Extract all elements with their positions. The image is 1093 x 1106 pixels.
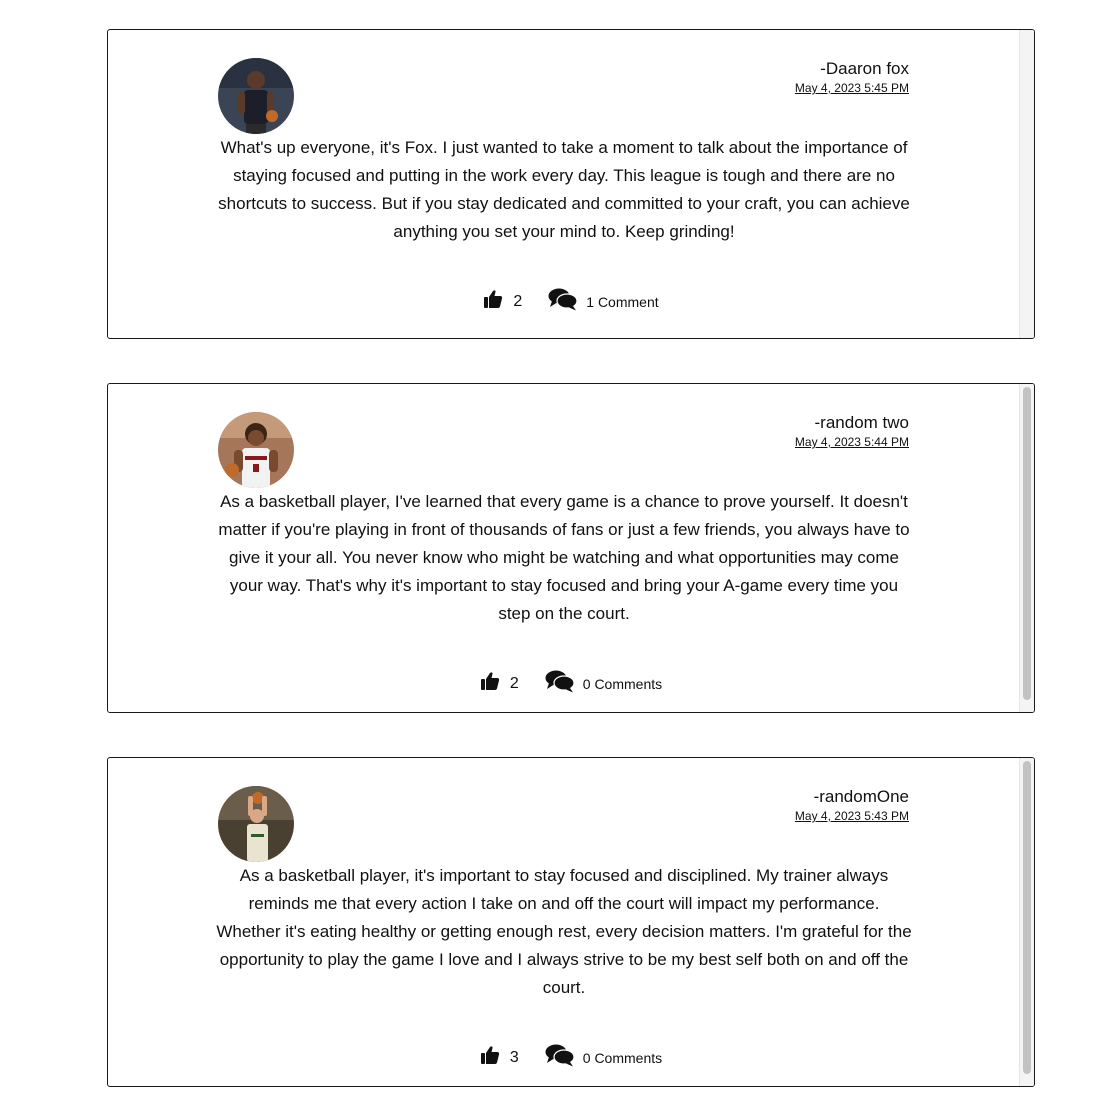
post-date-link[interactable]: May 4, 2023 5:44 PM (795, 434, 909, 450)
post-scrollbar[interactable] (1019, 758, 1034, 1086)
comments-button[interactable]: 1 Comment (548, 287, 659, 316)
post-scrollbar[interactable] (1019, 384, 1034, 712)
post-body: What's up everyone, it's Fox. I just wan… (218, 138, 910, 241)
thumbs-up-icon[interactable] (480, 671, 500, 696)
post-body: As a basketball player, it's important t… (216, 866, 912, 997)
author-name: -random two (814, 413, 909, 432)
author-name: -randomOne (813, 787, 909, 806)
like-button[interactable]: 2 (480, 671, 519, 696)
post-body: As a basketball player, I've learned tha… (218, 492, 910, 623)
author-name: -Daaron fox (820, 59, 909, 78)
author-avatar[interactable] (218, 58, 294, 134)
scrollbar-thumb[interactable] (1023, 387, 1031, 700)
author-avatar[interactable] (218, 412, 294, 488)
comments-button[interactable]: 0 Comments (545, 669, 662, 698)
comments-icon[interactable] (548, 287, 578, 316)
post-card: -random two May 4, 2023 5:44 PM As a bas… (107, 383, 1035, 713)
comment-count: 0 Comments (582, 675, 663, 692)
post-feed: -Daaron fox May 4, 2023 5:45 PM What's u… (0, 0, 1093, 1106)
post-card: -Daaron fox May 4, 2023 5:45 PM What's u… (107, 29, 1035, 339)
thumbs-up-icon[interactable] (483, 289, 503, 314)
like-count: 2 (513, 292, 523, 310)
post-date-link[interactable]: May 4, 2023 5:45 PM (795, 80, 909, 96)
like-button[interactable]: 3 (480, 1045, 519, 1070)
comments-button[interactable]: 0 Comments (545, 1043, 662, 1072)
like-count: 3 (509, 1048, 519, 1066)
post-card: -randomOne May 4, 2023 5:43 PM As a bask… (107, 757, 1035, 1087)
comment-count: 0 Comments (582, 1049, 663, 1066)
comments-icon[interactable] (545, 1043, 575, 1072)
author-avatar[interactable] (218, 786, 294, 862)
like-button[interactable]: 2 (483, 289, 522, 314)
scrollbar-thumb[interactable] (1023, 761, 1031, 1074)
comment-count: 1 Comment (586, 293, 659, 310)
post-actions: 2 1 Comment (108, 287, 1034, 316)
thumbs-up-icon[interactable] (480, 1045, 500, 1070)
post-date-link[interactable]: May 4, 2023 5:43 PM (795, 808, 909, 824)
comments-icon[interactable] (545, 669, 575, 698)
post-actions: 2 0 Comments (108, 669, 1034, 698)
post-actions: 3 0 Comments (108, 1043, 1034, 1072)
like-count: 2 (509, 674, 519, 692)
